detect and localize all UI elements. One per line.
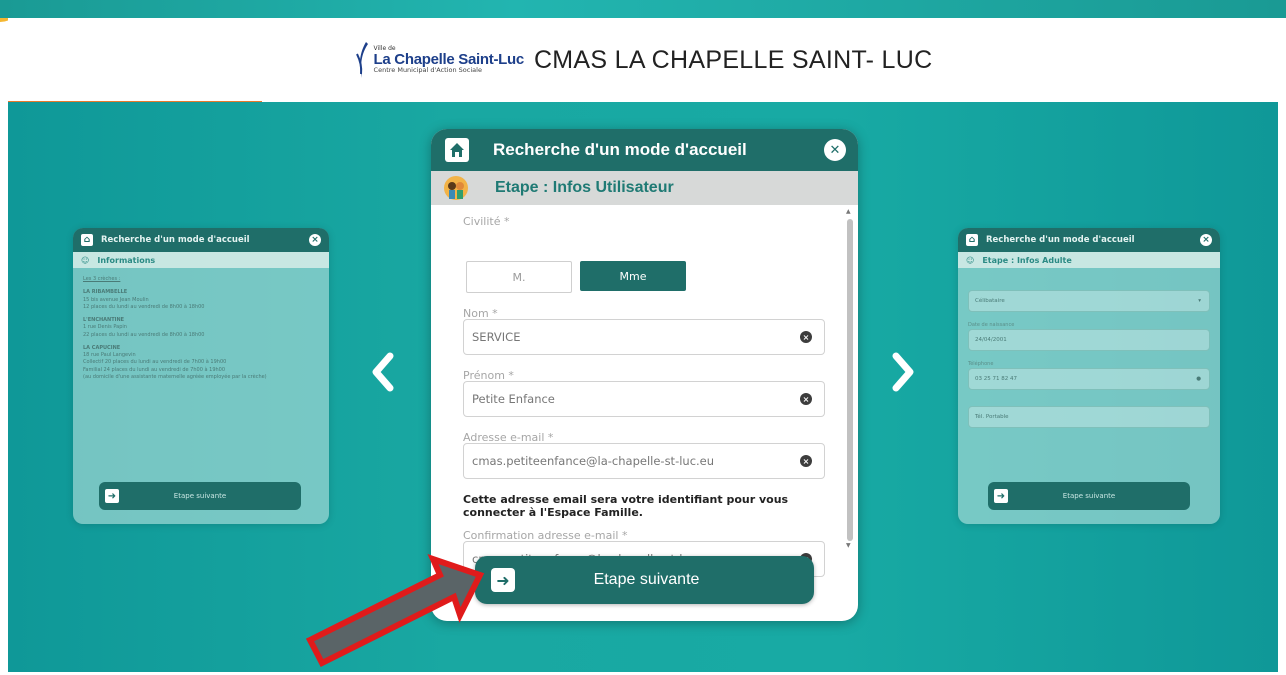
clear-icon[interactable]: × <box>800 393 812 405</box>
site-header: Ville de La Chapelle Saint-Luc Centre Mu… <box>8 18 1278 102</box>
clear-icon[interactable]: × <box>800 455 812 467</box>
situation-value: Célibataire <box>975 298 1005 304</box>
scroll-down-icon[interactable]: ▼ <box>846 542 851 549</box>
civilite-label: Civilité * <box>463 215 510 228</box>
entry-line: 15 bis avenue Jean Moulin <box>83 296 149 303</box>
right-card-next-button[interactable]: ➜ Etape suivante <box>988 482 1190 510</box>
situation-select[interactable]: Célibataire ▾ <box>968 290 1210 312</box>
clear-icon[interactable]: ● <box>1196 376 1201 382</box>
next-step-label: Etape suivante <box>593 571 700 588</box>
prenom-value: Petite Enfance <box>472 392 555 406</box>
birth-value: 24/04/2001 <box>975 337 1007 343</box>
right-preview-card[interactable]: ⌂ Recherche d'un mode d'accueil × ☺ Etap… <box>958 228 1220 524</box>
next-step-button[interactable]: ➜ Etape suivante <box>475 556 814 604</box>
site-title: CMAS LA CHAPELLE SAINT- LUC <box>533 45 933 74</box>
entry-line: 12 places du lundi au vendredi de 8h00 à… <box>83 303 205 310</box>
right-card-step-label: Etape : Infos Adulte <box>982 255 1072 265</box>
step-bar: Etape : Infos Utilisateur <box>431 171 858 205</box>
phone-label: Téléphone <box>968 361 994 367</box>
prenom-field[interactable]: Petite Enfance × <box>463 381 825 417</box>
mobile-placeholder: Tél. Portable <box>975 414 1009 420</box>
email-value: cmas.petiteenfance@la-chapelle-st-luc.eu <box>472 454 715 468</box>
mobile-field[interactable]: Tél. Portable <box>968 406 1210 428</box>
brand: Ville de La Chapelle Saint-Luc Centre Mu… <box>354 40 933 80</box>
right-card-header: ⌂ Recherche d'un mode d'accueil × <box>958 228 1220 252</box>
nom-value: SERVICE <box>472 330 521 344</box>
civilite-mme-button[interactable]: Mme <box>580 261 686 291</box>
birth-label: Date de naissance <box>968 322 1015 328</box>
close-icon[interactable]: ✕ <box>824 139 846 161</box>
scroll-up-icon[interactable]: ▲ <box>846 208 851 215</box>
logo-subtitle: Centre Municipal d'Action Sociale <box>373 66 482 75</box>
civilite-m-button[interactable]: M. <box>466 261 572 293</box>
logo-name: La Chapelle Saint-Luc <box>373 51 525 69</box>
chevron-right-icon[interactable] <box>888 350 918 405</box>
entry-line: 22 places du lundi au vendredi de 8h00 à… <box>83 331 205 338</box>
entry-line: Familial 24 places du lundi au vendredi … <box>83 366 226 373</box>
phone-field[interactable]: 03 25 71 82 47 ● <box>968 368 1210 390</box>
family-icon: ☺ <box>81 255 90 265</box>
arrow-right-icon: ➜ <box>994 489 1008 503</box>
right-card-title: Recherche d'un mode d'accueil <box>986 235 1135 245</box>
left-card-step: ☺ Informations <box>73 252 329 268</box>
phone-value: 03 25 71 82 47 <box>975 376 1017 382</box>
right-card-step: ☺ Etape : Infos Adulte <box>958 252 1220 268</box>
left-card-next-label: Etape suivante <box>173 492 227 500</box>
birth-field[interactable]: 24/04/2001 <box>968 329 1210 351</box>
carousel-stage: ⌂ Recherche d'un mode d'accueil × ☺ Info… <box>8 102 1278 672</box>
home-icon[interactable] <box>445 138 469 162</box>
email-field[interactable]: cmas.petiteenfance@la-chapelle-st-luc.eu… <box>463 443 825 479</box>
entry-name: LA CAPUCINE <box>83 344 121 351</box>
entry-line: (au domicile d'une assistante maternelle… <box>83 373 267 380</box>
modal-title: Recherche d'un mode d'accueil <box>493 140 747 159</box>
entry-name: L'ENCHANTINE <box>83 317 125 323</box>
close-icon: × <box>1200 234 1212 246</box>
entry-name: LA RIBAMBELLE <box>83 289 128 296</box>
logo-text: Ville de La Chapelle Saint-Luc Centre Mu… <box>373 46 525 75</box>
chevron-down-icon: ▾ <box>1198 298 1201 304</box>
user-info-form: Civilité * M. Mme Nom * SERVICE × Prénom… <box>431 205 858 621</box>
step-label: Etape : Infos Utilisateur <box>495 179 674 196</box>
entry-line: 1 rue Denis Papin <box>83 324 127 331</box>
city-logo: Ville de La Chapelle Saint-Luc Centre Mu… <box>354 40 524 80</box>
arrow-right-icon: ➜ <box>105 489 119 503</box>
left-card-step-label: Informations <box>97 255 156 265</box>
family-icon <box>444 176 468 200</box>
left-card-intro: Les 3 crèches : <box>83 276 121 282</box>
clear-icon[interactable]: × <box>800 331 812 343</box>
right-card-next-label: Etape suivante <box>1062 492 1116 500</box>
nom-field[interactable]: SERVICE × <box>463 319 825 355</box>
home-icon: ⌂ <box>966 234 978 246</box>
home-icon: ⌂ <box>81 234 93 246</box>
arrow-right-icon: ➜ <box>491 568 515 592</box>
left-card-next-button[interactable]: ➜ Etape suivante <box>99 482 301 510</box>
main-modal: Recherche d'un mode d'accueil ✕ Etape : … <box>431 129 858 621</box>
chevron-left-icon[interactable] <box>368 350 398 405</box>
entry-line: Collectif 20 places du lundi au vendredi… <box>83 359 227 366</box>
annotation-arrow-icon <box>305 553 485 668</box>
left-card-body: Les 3 crèches : LA RIBAMBELLE 15 bis ave… <box>73 268 329 389</box>
close-icon: × <box>309 234 321 246</box>
left-card-header: ⌂ Recherche d'un mode d'accueil × <box>73 228 329 252</box>
top-strip <box>0 0 1286 18</box>
left-card-title: Recherche d'un mode d'accueil <box>101 235 250 245</box>
left-preview-card[interactable]: ⌂ Recherche d'un mode d'accueil × ☺ Info… <box>73 228 329 524</box>
logo-mark-icon <box>355 42 368 78</box>
email-note: Cette adresse email sera votre identifia… <box>463 493 789 520</box>
family-icon: ☺ <box>966 255 975 265</box>
modal-header: Recherche d'un mode d'accueil ✕ <box>431 129 858 171</box>
scrollbar-thumb[interactable] <box>847 219 853 541</box>
